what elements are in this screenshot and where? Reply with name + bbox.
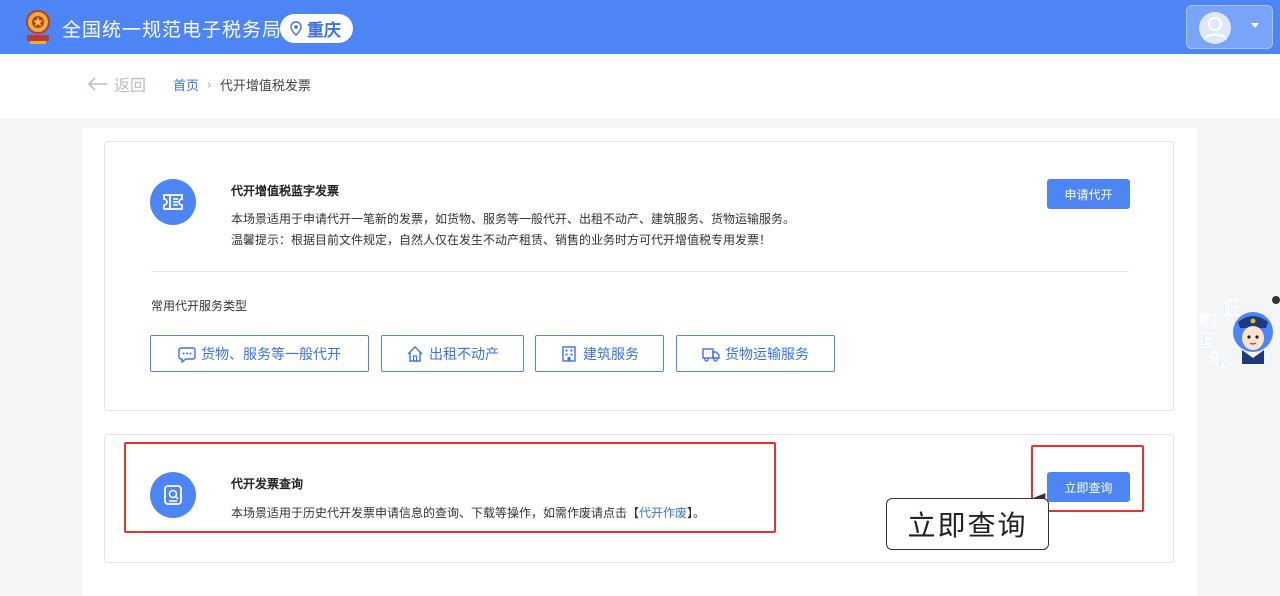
type-transport-button[interactable]: 货物运输服务 <box>676 335 835 372</box>
caret-down-icon <box>1251 23 1259 28</box>
blue-invoice-title: 代开增值税蓝字发票 <box>231 184 340 198</box>
site-title: 全国统一规范电子税务局 <box>62 19 283 41</box>
blue-invoice-description: 本场景适用于申请代开一笔新的发票，如货物、服务等一般代开、出租不动产、建筑服务、… <box>231 212 796 226</box>
back-button[interactable]: 返回 <box>88 72 146 96</box>
region-label: 重庆 <box>307 21 341 41</box>
chat-bubble-icon <box>178 346 196 363</box>
house-icon <box>407 345 423 362</box>
back-label: 返回 <box>114 76 147 95</box>
type-transport-label: 货物运输服务 <box>725 346 809 363</box>
mascot-icon <box>1233 312 1273 364</box>
user-menu[interactable] <box>1186 5 1273 49</box>
widget-handle[interactable] <box>1272 296 1280 304</box>
breadcrumb: 首页 › 代开增值税发票 <box>173 75 311 95</box>
highlight-box-query-card <box>124 442 776 533</box>
widget-char: 动 <box>1209 350 1228 372</box>
type-general-label: 货物、服务等一般代开 <box>201 346 341 363</box>
blue-invoice-tip: 温馨提示：根据目前文件规定，自然人仅在发生不动产租赁、销售的业务时方可代开增值税… <box>231 233 772 247</box>
truck-icon <box>702 347 720 362</box>
arrow-left-icon <box>88 77 107 91</box>
type-construction-button[interactable]: 建筑服务 <box>535 335 664 372</box>
type-general-button[interactable]: 货物、服务等一般代开 <box>150 335 369 372</box>
service-types-label: 常用代开服务类型 <box>151 299 248 313</box>
apply-issue-button[interactable]: 申请代开 <box>1047 179 1130 209</box>
building-icon <box>562 345 576 362</box>
breadcrumb-bar: 返回 首页 › 代开增值税发票 <box>0 54 1280 118</box>
callout-label: 立即查询 <box>886 498 1049 550</box>
type-construction-label: 建筑服务 <box>583 346 639 363</box>
tax-emblem-logo <box>26 10 50 44</box>
type-rental-button[interactable]: 出租不动产 <box>381 335 524 372</box>
type-rental-label: 出租不动产 <box>429 346 499 363</box>
user-icon <box>1203 17 1227 41</box>
ticket-icon <box>150 179 196 225</box>
region-selector[interactable]: 重庆 <box>280 14 353 43</box>
chevron-right-icon: › <box>207 77 212 92</box>
breadcrumb-current: 代开增值税发票 <box>219 79 311 94</box>
avatar <box>1199 12 1231 44</box>
divider <box>151 271 1129 272</box>
interaction-widget[interactable]: 征 纳 互 动 <box>1195 294 1280 372</box>
breadcrumb-home-link[interactable]: 首页 <box>173 75 199 94</box>
top-navbar: 全国统一规范电子税务局 重庆 <box>0 0 1280 54</box>
location-pin-icon <box>290 21 302 36</box>
